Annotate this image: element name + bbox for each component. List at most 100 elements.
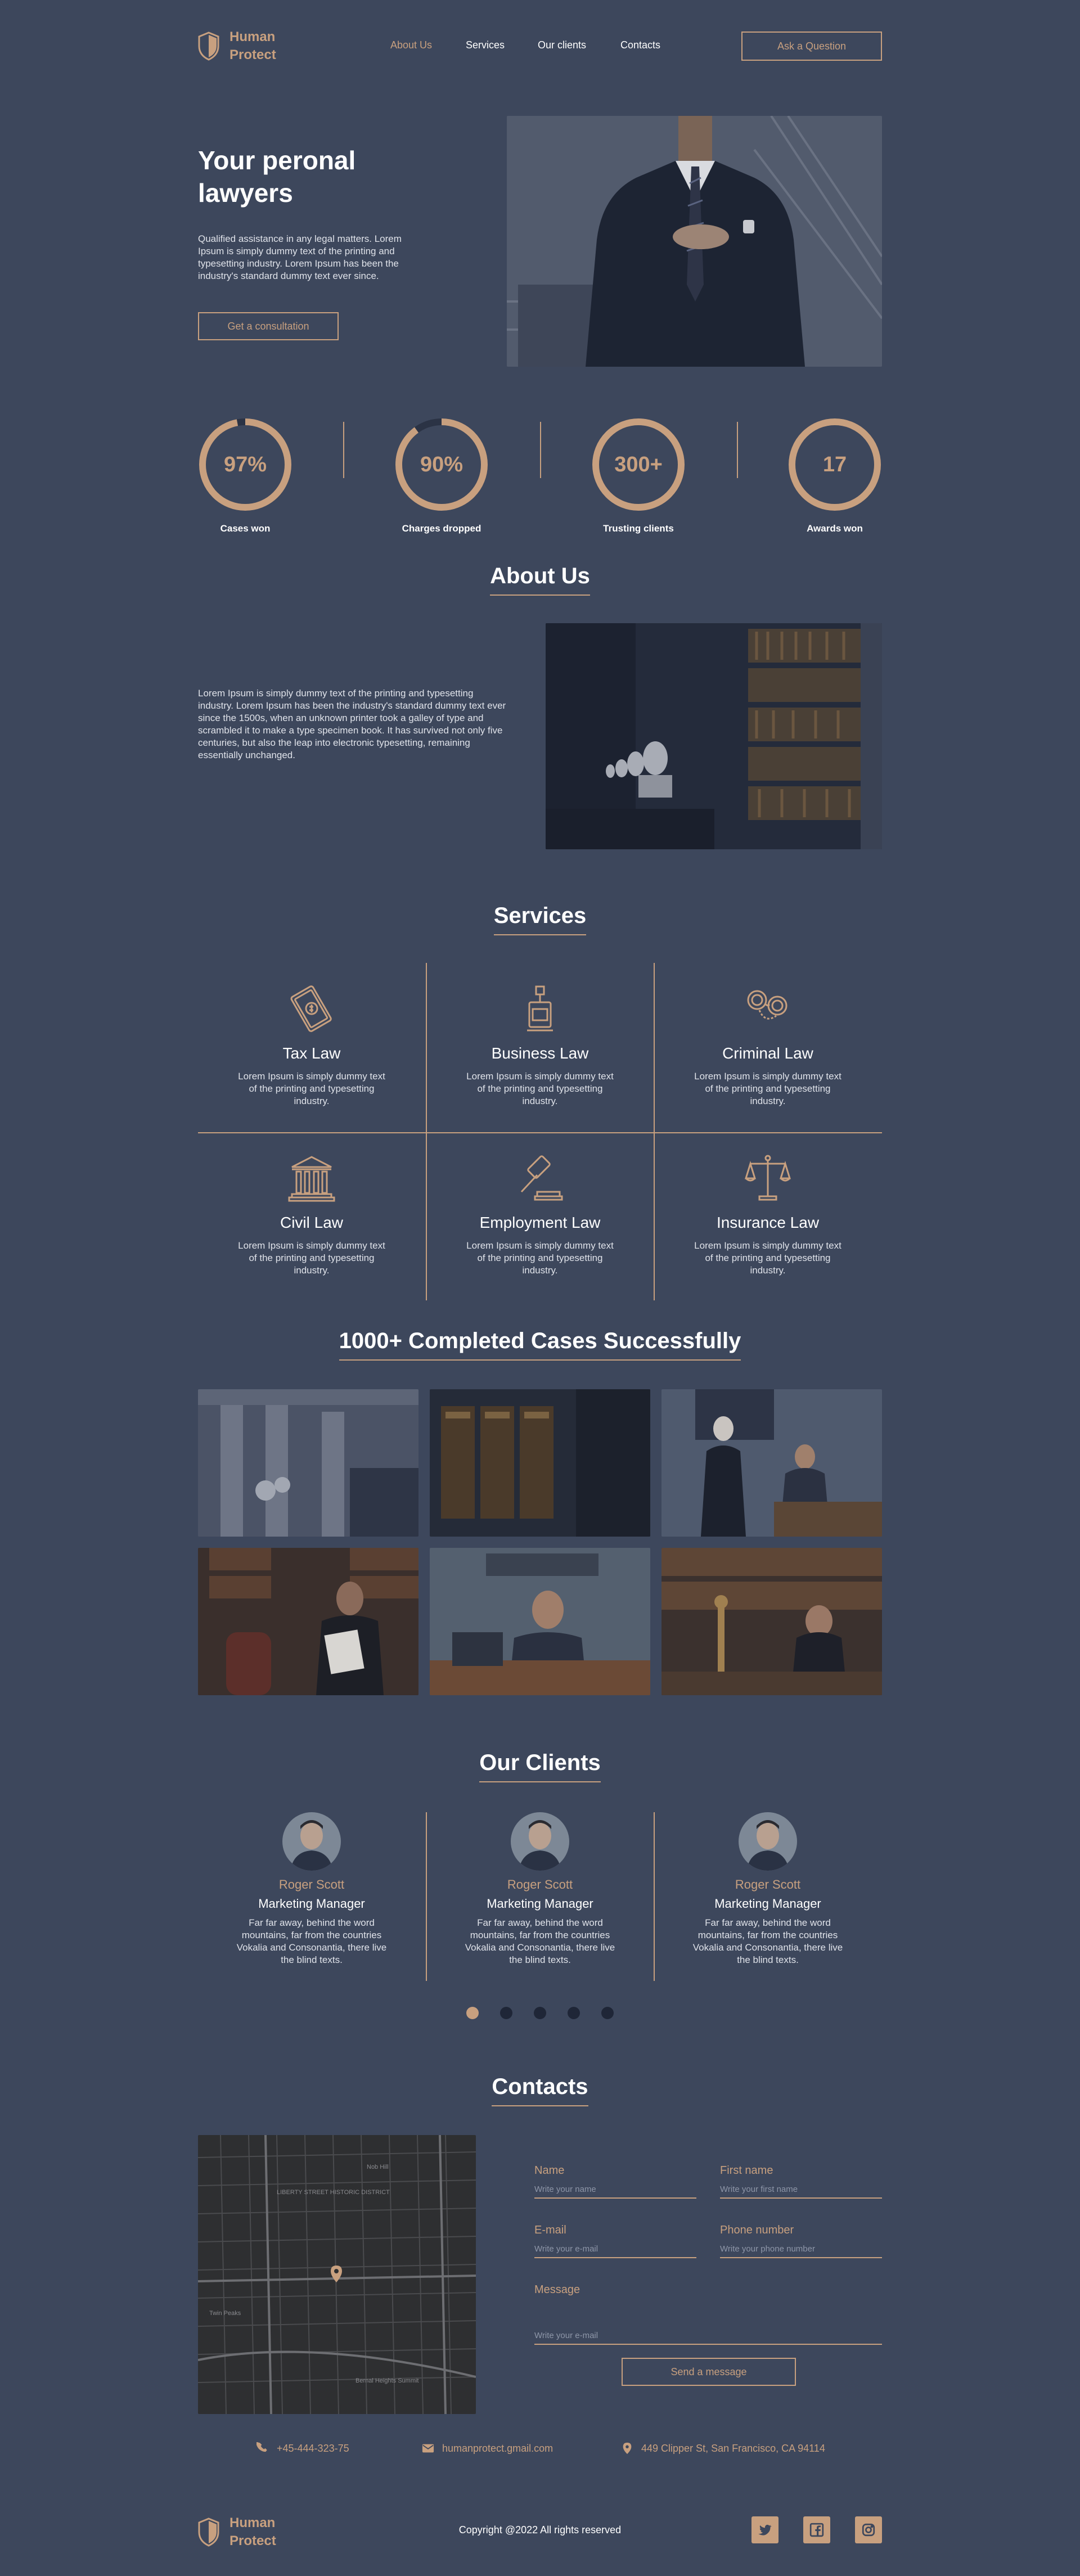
cases-title-text: 1000+ Completed Cases Successfully [339,1328,741,1361]
clients-title-text: Our Clients [479,1750,601,1782]
case-photo-books [430,1389,650,1537]
hero-title-line1: Your peronal [198,146,356,175]
service-insurance-law[interactable]: Insurance Law Lorem Ipsum is simply dumm… [654,1132,881,1301]
service-text: Lorem Ipsum is simply dummy text of the … [466,1240,614,1276]
stat-divider [737,422,738,478]
location-pin-icon [623,2442,632,2455]
avatar [282,1812,341,1871]
briefcase-lamp-icon [527,985,553,1032]
hero-text: Qualified assistance in any legal matter… [198,233,402,281]
get-consultation-button[interactable]: Get a consultation [198,312,339,340]
client-testimonial: Far far away, behind the word mountains,… [236,1917,387,1965]
stat-value: 17 [822,452,847,476]
service-employment-law[interactable]: Employment Law Lorem Ipsum is simply dum… [426,1132,654,1301]
stat-trusting-clients: 300+ Trusting clients [582,416,695,534]
stat-charges-dropped: 90% Charges dropped [385,416,498,534]
service-business-law[interactable]: Business Law Lorem Ipsum is simply dummy… [426,963,654,1132]
service-text: Lorem Ipsum is simply dummy text of the … [466,1071,614,1106]
contact-email-text: humanprotect.gmail.com [442,2442,554,2454]
stat-divider [343,422,344,478]
carousel-dot-3[interactable] [534,2007,546,2019]
stat-value: 300+ [614,452,663,476]
service-text: Lorem Ipsum is simply dummy text of the … [694,1240,842,1276]
client-name: Roger Scott [507,1877,573,1892]
services-title-text: Services [493,903,587,935]
stat-label: Charges dropped [402,523,482,534]
send-message-button[interactable]: Send a message [622,2358,796,2386]
contacts-title: Contacts [0,2074,1080,2106]
contact-phone[interactable]: +45-444-323-75 [256,2442,349,2455]
logo-text-line2: Protect [230,47,276,62]
copyright-text: Copyright @2022 All rights reserved [458,2524,622,2536]
name-label: Name [534,2164,565,2177]
carousel-dot-4[interactable] [568,2007,580,2019]
case-photo-lawyer-reading [198,1548,418,1695]
case-photo-handshake [662,1389,882,1537]
services-title: Services [0,903,1080,935]
courthouse-icon [288,1156,335,1202]
facebook-button[interactable] [803,2516,830,2543]
service-title: Civil Law [280,1214,344,1231]
about-title-text: About Us [490,564,590,596]
client-testimonial: Far far away, behind the word mountains,… [465,1917,615,1965]
shield-icon [198,31,219,61]
contact-address[interactable]: 449 Clipper St, San Francisco, CA 94114 [621,2442,825,2455]
name-input[interactable] [534,2185,696,2199]
contacts-title-text: Contacts [492,2074,588,2106]
header-logo[interactable]: Human Protect [198,28,276,64]
map-label-3: Nob Hill [367,2164,389,2170]
stat-value: 90% [420,452,464,476]
cases-title: 1000+ Completed Cases Successfully [0,1328,1080,1361]
service-civil-law[interactable]: Civil Law Lorem Ipsum is simply dummy te… [198,1132,425,1301]
carousel-dot-5[interactable] [601,2007,614,2019]
client-name: Roger Scott [735,1877,801,1892]
avatar [511,1812,569,1871]
email-input[interactable] [534,2244,696,2258]
stat-divider [540,422,541,478]
service-title: Tax Law [282,1044,341,1062]
carousel-dot-1[interactable] [466,2007,479,2019]
about-text: Lorem Ipsum is simply dummy text of the … [198,688,506,760]
nav-about-us[interactable]: About Us [390,39,432,51]
about-title: About Us [0,564,1080,596]
ask-question-button[interactable]: Ask a Question [741,31,882,61]
case-photo-courthouse [198,1389,418,1537]
instagram-button[interactable] [855,2516,882,2543]
first-name-input[interactable] [720,2185,882,2199]
service-title: Business Law [491,1044,589,1062]
contact-phone-text: +45-444-323-75 [277,2442,349,2454]
phone-input[interactable] [720,2244,882,2258]
client-role: Marketing Manager [258,1897,365,1911]
nav-our-clients[interactable]: Our clients [538,39,586,51]
service-text: Lorem Ipsum is simply dummy text of the … [694,1071,842,1106]
location-map[interactable]: LIBERTY STREET HISTORIC DISTRICT Bernal … [198,2135,476,2414]
client-card: Roger Scott Marketing Manager Far far aw… [654,1812,881,1966]
instagram-icon [862,2523,875,2537]
hero-lawyer-photo [507,116,882,367]
contact-address-text: 449 Clipper St, San Francisco, CA 94114 [641,2442,825,2454]
email-label: E-mail [534,2224,566,2236]
scales-icon [744,1155,791,1201]
client-name: Roger Scott [278,1877,345,1892]
case-photo-writing [662,1548,882,1695]
message-input[interactable] [534,2331,882,2345]
contact-email[interactable]: humanprotect.gmail.com [422,2442,553,2455]
stat-label: Cases won [220,523,271,534]
hero-title: Your peronal lawyers [198,144,434,209]
service-criminal-law[interactable]: Criminal Law Lorem Ipsum is simply dummy… [654,963,881,1132]
stat-label: Awards won [807,523,863,534]
about-library-photo [546,623,882,849]
phone-label: Phone number [720,2224,794,2236]
map-label-1: LIBERTY STREET HISTORIC DISTRICT [277,2189,390,2196]
avatar [739,1812,797,1871]
service-text: Lorem Ipsum is simply dummy text of the … [238,1071,385,1106]
handcuffs-icon [747,990,788,1020]
hero-title-line2: lawyers [198,178,293,208]
nav-services[interactable]: Services [466,39,505,51]
carousel-dot-2[interactable] [500,2007,512,2019]
service-tax-law[interactable]: Tax Law Lorem Ipsum is simply dummy text… [198,963,425,1132]
nav-contacts[interactable]: Contacts [620,39,660,51]
twitter-button[interactable] [752,2516,778,2543]
stat-value: 97% [223,452,267,476]
stat-cases-won: 97% Cases won [189,416,302,534]
